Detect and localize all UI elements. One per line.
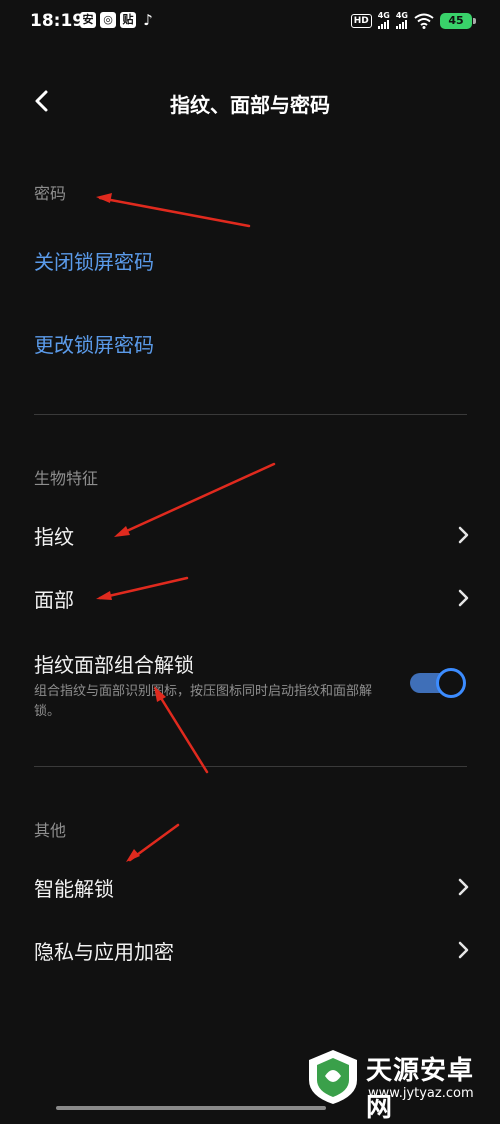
- app-notification-icon: 贴: [120, 12, 136, 28]
- face-label: 面部: [34, 588, 74, 612]
- page-title: 指纹、面部与密码: [170, 93, 330, 117]
- toggle-knob: [436, 668, 466, 698]
- signal-icon: 4G: [395, 12, 408, 29]
- chevron-right-icon: [458, 526, 469, 544]
- chevron-right-icon: [458, 589, 469, 607]
- watermark-url: www.jytyaz.com: [368, 1086, 474, 1101]
- privacy-encryption-row[interactable]: 隐私与应用加密: [0, 922, 500, 978]
- annotation-arrowhead: [96, 193, 112, 203]
- annotation-arrow: [128, 823, 180, 862]
- chevron-right-icon: [458, 878, 469, 896]
- watermark: 天源安卓网 www.jytyaz.com: [300, 1040, 500, 1123]
- notification-icons: 安 ◎ 贴 ♪: [80, 12, 156, 28]
- face-row[interactable]: 面部: [0, 570, 500, 626]
- status-time: 18:19: [30, 11, 85, 31]
- combo-unlock-description: 组合指纹与面部识别图标，按压图标同时启动指纹和面部解锁。: [34, 684, 373, 719]
- annotation-arrow: [98, 196, 251, 228]
- hd-icon: HD: [350, 13, 372, 28]
- combo-unlock-toggle[interactable]: [410, 666, 467, 700]
- section-label-password: 密码: [34, 184, 67, 203]
- section-label-biometric: 生物特征: [34, 469, 99, 488]
- home-indicator: [56, 1106, 326, 1110]
- fingerprint-row[interactable]: 指纹: [0, 507, 500, 563]
- watermark-logo-icon: [309, 1050, 357, 1104]
- divider: [34, 766, 467, 767]
- tiktok-icon: ♪: [143, 11, 153, 29]
- smart-unlock-row[interactable]: 智能解锁: [0, 859, 500, 915]
- privacy-encryption-label: 隐私与应用加密: [34, 940, 174, 964]
- divider: [34, 414, 467, 415]
- app-notification-icon: ◎: [100, 12, 116, 28]
- smart-unlock-label: 智能解锁: [34, 877, 114, 901]
- status-bar: 18:19 安 ◎ 贴 ♪ HD 4G 4G 45: [0, 0, 500, 44]
- combo-unlock-title: 指纹面部组合解锁: [34, 653, 194, 677]
- header: 指纹、面部与密码: [0, 72, 500, 132]
- wifi-icon: [414, 13, 434, 29]
- battery-icon: 45: [440, 12, 476, 29]
- app-notification-icon: 安: [80, 12, 96, 28]
- section-label-other: 其他: [34, 821, 67, 840]
- close-lock-password-link[interactable]: 关闭锁屏密码: [34, 246, 154, 275]
- fingerprint-label: 指纹: [34, 525, 74, 549]
- signal-icon: 4G: [377, 12, 390, 29]
- system-icons: HD 4G 4G 45: [350, 12, 476, 29]
- change-lock-password-link[interactable]: 更改锁屏密码: [34, 329, 154, 358]
- chevron-right-icon: [458, 941, 469, 959]
